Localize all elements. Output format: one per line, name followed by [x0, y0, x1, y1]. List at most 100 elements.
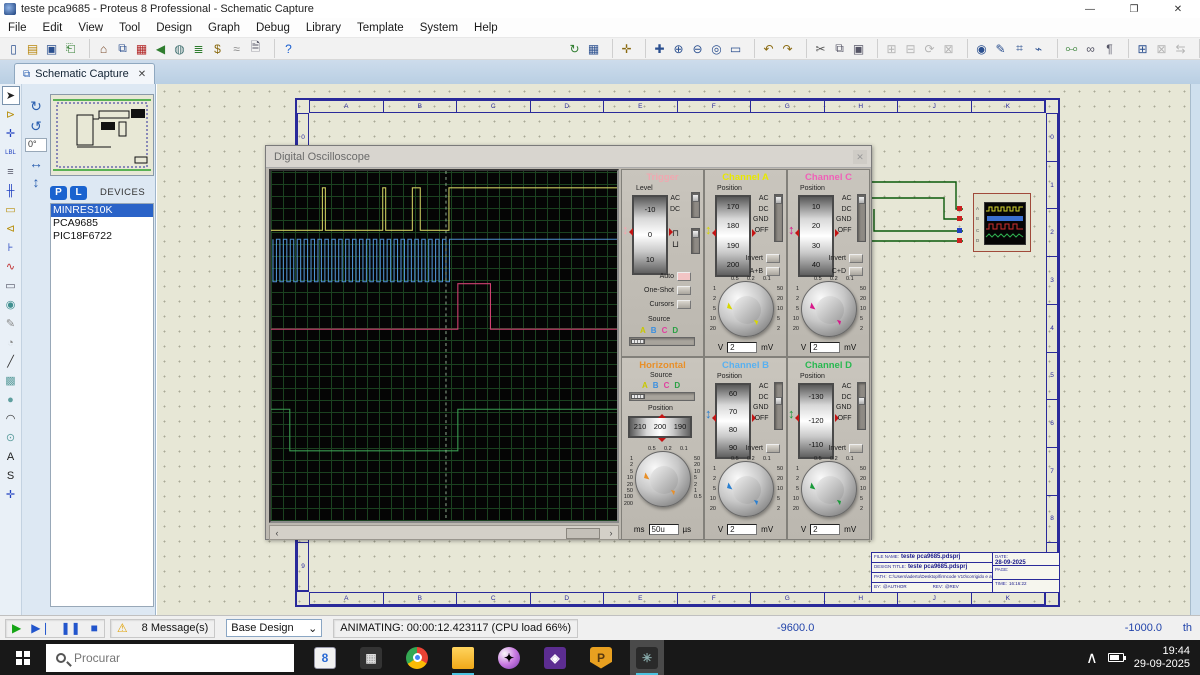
- rotate-anticlockwise-icon[interactable]: ↺: [30, 118, 42, 135]
- undo-icon[interactable]: ↶: [754, 39, 778, 58]
- chevron-up-icon[interactable]: ∧: [1086, 648, 1098, 668]
- library-manager-button[interactable]: L: [70, 186, 87, 200]
- property-assignment-icon[interactable]: ¶: [1100, 39, 1119, 58]
- auto-button[interactable]: [677, 272, 691, 281]
- subcircuit-mode-icon[interactable]: ▭: [2, 200, 20, 219]
- remove-sheet-icon[interactable]: ⊠: [1152, 39, 1171, 58]
- oscilloscope-titlebar[interactable]: Digital Oscilloscope ✕: [266, 146, 871, 168]
- calculator-icon[interactable]: ▦: [354, 640, 388, 675]
- packaging-tool-icon[interactable]: ⌗: [1010, 39, 1029, 58]
- channel-c-coupling-slider[interactable]: [857, 194, 866, 242]
- block-move-icon[interactable]: ⊟: [901, 39, 920, 58]
- bill-of-materials-icon[interactable]: $: [208, 39, 227, 58]
- zoom-in-icon[interactable]: ⊕: [669, 39, 688, 58]
- canvas-right-scrollbar[interactable]: [1190, 84, 1200, 615]
- 2d-line-mode-icon[interactable]: ╱: [2, 352, 20, 371]
- current-probe-mode-icon[interactable]: ◔: [2, 333, 20, 352]
- one-shot-button[interactable]: [677, 286, 691, 295]
- device-pin-mode-icon[interactable]: ⊦: [2, 238, 20, 257]
- generator-mode-icon[interactable]: ◉: [2, 295, 20, 314]
- menu-item-system[interactable]: System: [412, 20, 466, 36]
- play-button[interactable]: ▶: [12, 622, 21, 634]
- scope-horizontal-scrollbar[interactable]: ‹ ›: [269, 525, 619, 540]
- refresh-display-icon[interactable]: ↻: [565, 39, 584, 58]
- electrical-rule-check-icon[interactable]: ≈: [227, 39, 246, 58]
- channel-a-sum-button[interactable]: [766, 267, 780, 276]
- menu-item-edit[interactable]: Edit: [35, 20, 71, 36]
- close-button[interactable]: ✕: [1156, 0, 1200, 18]
- battery-icon[interactable]: [1108, 653, 1124, 662]
- channel-d-value-field[interactable]: [810, 524, 840, 535]
- block-delete-icon[interactable]: ⊠: [939, 39, 958, 58]
- channel-c-position-wheel[interactable]: 10203040: [798, 195, 834, 277]
- mirror-horizontal-icon[interactable]: ↔: [29, 155, 43, 171]
- pan-icon[interactable]: ✚: [645, 39, 669, 58]
- menu-item-tool[interactable]: Tool: [111, 20, 148, 36]
- block-rotate-icon[interactable]: ⟳: [920, 39, 939, 58]
- oscilloscope-component[interactable]: A B C D: [973, 193, 1031, 252]
- file-explorer-icon[interactable]: [446, 640, 480, 675]
- zoom-extents-icon[interactable]: ◎: [707, 39, 726, 58]
- 2d-path-mode-icon[interactable]: ⊙: [2, 428, 20, 447]
- devices-list[interactable]: MINRES10KPCA9685PIC18F6722: [50, 203, 154, 607]
- channel-d-gain-knob[interactable]: [801, 461, 857, 517]
- oscilloscope-window[interactable]: Digital Oscilloscope ✕ ‹ › Trigger Level…: [265, 145, 872, 540]
- 2d-arc-mode-icon[interactable]: ◠: [2, 409, 20, 428]
- paste-icon[interactable]: ▣: [849, 39, 868, 58]
- channel-b-coupling-slider[interactable]: [774, 382, 783, 430]
- taskbar-search[interactable]: [46, 644, 294, 672]
- horizontal-value-field[interactable]: [649, 524, 679, 535]
- device-item-pic18f6722[interactable]: PIC18F6722: [51, 230, 153, 243]
- tab-close-icon[interactable]: ✕: [138, 69, 146, 80]
- message-area[interactable]: ⚠ 8 Message(s): [110, 619, 215, 638]
- proteus-licence-icon[interactable]: P: [584, 640, 618, 675]
- channel-c-invert-button[interactable]: [849, 254, 863, 263]
- design-select-dropdown[interactable]: Base Design ⌄: [226, 619, 322, 637]
- trigger-coupling-slider[interactable]: [691, 192, 700, 218]
- scroll-right-icon[interactable]: ›: [604, 528, 618, 538]
- channel-a-coupling-slider[interactable]: [774, 194, 783, 242]
- zoom-area-icon[interactable]: ▭: [726, 39, 745, 58]
- new-sheet-icon[interactable]: ⊞: [1128, 39, 1152, 58]
- proteus-simulation-icon[interactable]: ✳: [630, 640, 664, 675]
- schematic-capture-icon[interactable]: ⧉: [113, 39, 132, 58]
- menu-item-graph[interactable]: Graph: [200, 20, 248, 36]
- import-project-icon[interactable]: ⎗: [61, 39, 80, 58]
- help-icon[interactable]: ?: [274, 39, 298, 58]
- make-device-icon[interactable]: ✎: [991, 39, 1010, 58]
- 2d-text-mode-icon[interactable]: A: [2, 447, 20, 466]
- maximize-button[interactable]: ❐: [1112, 0, 1156, 18]
- channel-a-position-wheel[interactable]: 170180190200: [715, 195, 751, 277]
- 2d-box-mode-icon[interactable]: ▩: [2, 371, 20, 390]
- search-and-tag-icon[interactable]: ∞: [1081, 39, 1100, 58]
- channel-a-gain-knob[interactable]: [718, 281, 774, 337]
- menu-item-library[interactable]: Library: [298, 20, 349, 36]
- channel-b-invert-button[interactable]: [766, 444, 780, 453]
- device-item-pca9685[interactable]: PCA9685: [51, 217, 153, 230]
- decompose-icon[interactable]: ⌁: [1029, 39, 1048, 58]
- text-script-mode-icon[interactable]: ≡: [2, 162, 20, 181]
- redo-icon[interactable]: ↷: [778, 39, 797, 58]
- device-item-minres10k[interactable]: MINRES10K: [51, 204, 153, 217]
- taskbar-clock[interactable]: 19:44 29-09-2025: [1134, 645, 1190, 671]
- block-copy-icon[interactable]: ⊞: [877, 39, 901, 58]
- channel-c-value-field[interactable]: [810, 342, 840, 353]
- horizontal-source-slider[interactable]: [629, 392, 695, 401]
- channel-c-sum-button[interactable]: [849, 267, 863, 276]
- step-button[interactable]: ▶❘: [31, 622, 50, 634]
- documentation-icon[interactable]: 🗎: [246, 39, 265, 58]
- stop-button[interactable]: ■: [91, 622, 98, 634]
- menu-item-debug[interactable]: Debug: [248, 20, 298, 36]
- component-mode-icon[interactable]: ⊳: [2, 105, 20, 124]
- chrome-icon[interactable]: [400, 640, 434, 675]
- mirror-vertical-icon[interactable]: ↕: [33, 174, 40, 190]
- selection-mode-icon[interactable]: ➤: [2, 86, 20, 105]
- proteus-8-home-icon[interactable]: 8: [308, 640, 342, 675]
- rotation-angle-field[interactable]: 0°: [25, 138, 47, 152]
- channel-d-invert-button[interactable]: [849, 444, 863, 453]
- design-explorer-icon[interactable]: ≣: [189, 39, 208, 58]
- 2d-symbol-mode-icon[interactable]: S: [2, 466, 20, 485]
- open-project-icon[interactable]: ▤: [23, 39, 42, 58]
- trigger-source-slider[interactable]: [629, 337, 695, 346]
- channel-b-gain-knob[interactable]: [718, 461, 774, 517]
